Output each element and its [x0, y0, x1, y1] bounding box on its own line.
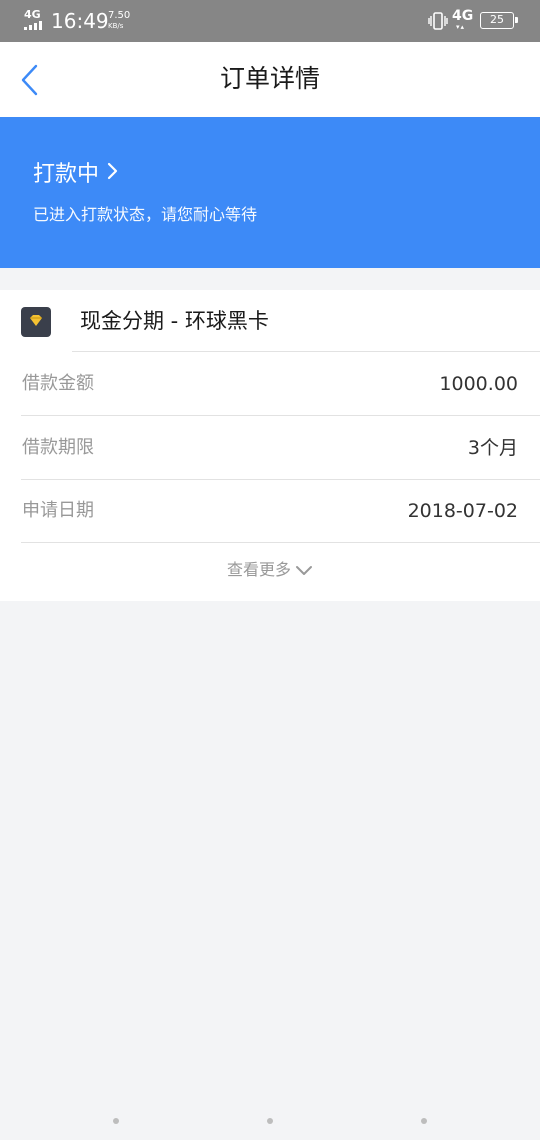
status-time: 16:49	[51, 9, 109, 33]
view-more-label: 查看更多	[226, 560, 291, 579]
chevron-right-icon	[107, 160, 119, 190]
product-name: 现金分期 - 环球黑卡	[80, 309, 269, 333]
nav-dot-left[interactable]	[113, 1118, 119, 1124]
detail-row-loan-term: 借款期限 3个月	[0, 416, 540, 480]
data-activity-icon: ▾▴	[456, 23, 466, 31]
nav-dot-right[interactable]	[421, 1118, 427, 1124]
order-status-label: 打款中	[33, 162, 100, 187]
view-more-button[interactable]: 查看更多	[0, 543, 540, 601]
detail-label: 借款金额	[22, 373, 94, 394]
nav-dot-center[interactable]	[267, 1118, 273, 1124]
detail-label: 借款期限	[22, 437, 94, 458]
network-speed-unit: KB/s	[108, 22, 124, 30]
vibrate-icon	[428, 12, 448, 30]
detail-row-apply-date: 申请日期 2018-07-02	[0, 479, 540, 543]
order-status-banner: 打款中 已进入打款状态，请您耐心等待	[0, 117, 540, 268]
status-bar: 4G 16:49 7.50 KB/s 4G ▾▴ 25	[0, 0, 540, 42]
order-status-description: 已进入打款状态，请您耐心等待	[33, 205, 258, 224]
product-row: 现金分期 - 环球黑卡	[0, 290, 540, 352]
detail-value: 2018-07-02	[407, 500, 518, 522]
chevron-down-icon	[295, 562, 313, 581]
detail-row-loan-amount: 借款金额 1000.00	[0, 352, 540, 416]
network-type-right: 4G	[452, 8, 474, 24]
order-detail-card: 现金分期 - 环球黑卡 借款金额 1000.00 借款期限 3个月 申请日期 2…	[0, 290, 540, 601]
network-speed-value: 7.50	[108, 10, 131, 21]
navigation-bar: 订单详情	[0, 42, 540, 117]
signal-icon	[24, 21, 44, 30]
diamond-icon	[21, 307, 51, 337]
page-title: 订单详情	[219, 64, 320, 93]
detail-value: 3个月	[467, 437, 518, 459]
network-type-left: 4G	[24, 8, 41, 21]
order-status-link[interactable]: 打款中	[33, 160, 119, 190]
detail-label: 申请日期	[22, 500, 94, 521]
detail-value: 1000.00	[439, 373, 518, 395]
battery-icon: 25	[480, 12, 518, 29]
